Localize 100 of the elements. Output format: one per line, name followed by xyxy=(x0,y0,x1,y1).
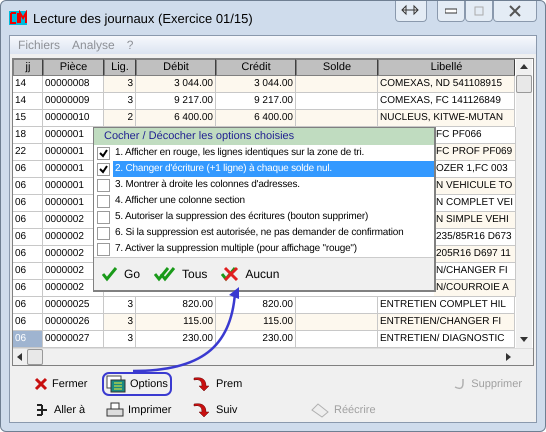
option-label[interactable]: 7. Activer la suppression multiple (pour affichage "rouge") xyxy=(113,241,434,257)
close-button[interactable] xyxy=(493,1,537,22)
next-button[interactable]: Suiv xyxy=(188,398,242,422)
app-logo-icon xyxy=(9,10,27,26)
table-cell: N COMPLET VEI xyxy=(434,195,516,212)
go-button[interactable]: Go xyxy=(102,266,140,282)
table-cell: 230.00 xyxy=(136,331,216,348)
table-cell: 6 400.00 xyxy=(216,110,296,127)
close-icon xyxy=(34,377,48,391)
options-button[interactable]: Options xyxy=(102,372,172,396)
table-cell: ENTRETIEN COMPLET HIL xyxy=(378,297,515,314)
table-cell: 115.00 xyxy=(136,314,216,331)
table-cell: 3 044.00 xyxy=(136,76,216,93)
table-cell: FC PROF PF069 xyxy=(434,144,516,161)
window-title: Lecture des journaux (Exercice 01/15) xyxy=(33,10,253,26)
resize-button[interactable] xyxy=(395,1,427,22)
table-cell: 3 xyxy=(104,76,136,93)
table-cell: 22 xyxy=(13,144,43,161)
table-cell: COMEXAS, FC 141126849 xyxy=(378,93,515,110)
column-header[interactable]: jj xyxy=(13,59,43,76)
table-cell: 15 xyxy=(13,110,43,127)
vertical-scrollbar[interactable] xyxy=(516,59,532,348)
checkbox[interactable] xyxy=(97,242,110,256)
column-header[interactable]: Libellé xyxy=(378,59,515,76)
table-cell: 14 xyxy=(13,76,43,93)
checkbox[interactable] xyxy=(97,146,110,160)
table-cell: 3 044.00 xyxy=(216,76,296,93)
column-header[interactable]: Lig. xyxy=(104,59,136,76)
scrollbar-thumb[interactable] xyxy=(27,349,43,365)
checkmark-icon xyxy=(102,266,120,282)
table-cell: 3 xyxy=(104,314,136,331)
first-button[interactable]: Prem xyxy=(188,372,246,396)
table-cell: 820.00 xyxy=(136,297,216,314)
table-cell: 115.00 xyxy=(216,314,296,331)
table-cell: FC PF066 xyxy=(434,127,516,144)
table-cell: COMEXAS, ND 541108915 xyxy=(378,76,515,93)
table-cell: 06 xyxy=(13,195,43,212)
checkbox[interactable] xyxy=(97,226,110,240)
scrollbar-thumb[interactable] xyxy=(516,75,532,93)
option-label[interactable]: 6. Si la suppression est autorisée, ne pas demander de confirmation xyxy=(113,225,434,241)
all-button[interactable]: Tous xyxy=(154,266,208,282)
turn-arrow-icon xyxy=(192,376,212,392)
option-label[interactable]: 3. Montrer à droite les colonnes d'adresses. xyxy=(113,177,434,193)
table-cell: 06 xyxy=(13,314,43,331)
table-cell: 230.00 xyxy=(216,331,296,348)
table-cell: 3 xyxy=(104,93,136,110)
maximize-icon xyxy=(474,6,484,16)
table-cell: 820.00 xyxy=(216,297,296,314)
column-header[interactable]: Pièce xyxy=(43,59,104,76)
table-cell: 06 xyxy=(13,212,43,229)
turn-arrow-icon xyxy=(192,402,212,418)
right-arrow-icon xyxy=(506,353,511,361)
list-window-icon xyxy=(106,375,126,393)
table-cell: 14 xyxy=(13,93,43,110)
table-cell: 06 xyxy=(13,246,43,263)
table-cell: 06 xyxy=(13,280,43,297)
table-cell: N/COURROIE A xyxy=(434,280,516,297)
table-cell: 00000010 xyxy=(43,110,104,127)
table-cell: 06 xyxy=(13,331,43,348)
option-label[interactable]: 1. Afficher en rouge, les lignes identiques sur la zone de tri. xyxy=(113,145,434,161)
minimize-button[interactable] xyxy=(437,1,465,22)
printer-icon xyxy=(106,402,124,418)
table-cell: 9 217.00 xyxy=(216,93,296,110)
option-label[interactable]: 4. Afficher une colonne section xyxy=(113,193,434,209)
none-button[interactable]: Aucun xyxy=(221,266,280,282)
table-cell: OZER 1,FC 003 xyxy=(434,161,516,178)
table-cell: 06 xyxy=(13,229,43,246)
table-cell: ENTRETIEN/ DIAGNOSTIC xyxy=(378,331,515,348)
table-cell: N SIMPLE VEHI xyxy=(434,212,516,229)
table-cell: 18 xyxy=(13,127,43,144)
close-button[interactable]: Fermer xyxy=(30,372,92,396)
table-cell: 06 xyxy=(13,297,43,314)
close-icon xyxy=(509,5,521,17)
table-cell: 6 400.00 xyxy=(136,110,216,127)
table-cell: 3 xyxy=(104,297,136,314)
table-cell: 3 xyxy=(104,331,136,348)
goto-button[interactable]: Aller à xyxy=(30,398,90,422)
table-cell: ENTRETIEN/CHANGER FI xyxy=(378,314,515,331)
minimize-icon xyxy=(445,8,457,14)
column-header[interactable]: Crédit xyxy=(216,59,296,76)
table-cell: 00000027 xyxy=(43,331,104,348)
option-label[interactable]: 5. Autoriser la suppression des écritures (bouton supprimer) xyxy=(113,209,434,225)
table-cell: 2 xyxy=(104,110,136,127)
checkbox[interactable] xyxy=(97,194,110,208)
table-cell: 06 xyxy=(13,178,43,195)
checkbox[interactable] xyxy=(97,210,110,224)
table-cell: NUCLEUS, KITWE-MUTAN xyxy=(378,110,515,127)
table-cell: 00000025 xyxy=(43,297,104,314)
table-cell: 9 217.00 xyxy=(136,93,216,110)
column-header[interactable]: Solde xyxy=(296,59,378,76)
column-header[interactable]: Débit xyxy=(136,59,216,76)
table-cell: 235/85R16 D673 xyxy=(434,229,516,246)
up-arrow-icon xyxy=(520,64,528,69)
horizontal-scrollbar[interactable] xyxy=(13,348,533,365)
table-cell: 00000008 xyxy=(43,76,104,93)
checkbox[interactable] xyxy=(97,178,110,192)
checkbox[interactable] xyxy=(97,162,110,176)
table-cell: 00000026 xyxy=(43,314,104,331)
table-cell: N/CHANGER FI xyxy=(434,263,516,280)
print-button[interactable]: Imprimer xyxy=(102,398,176,422)
